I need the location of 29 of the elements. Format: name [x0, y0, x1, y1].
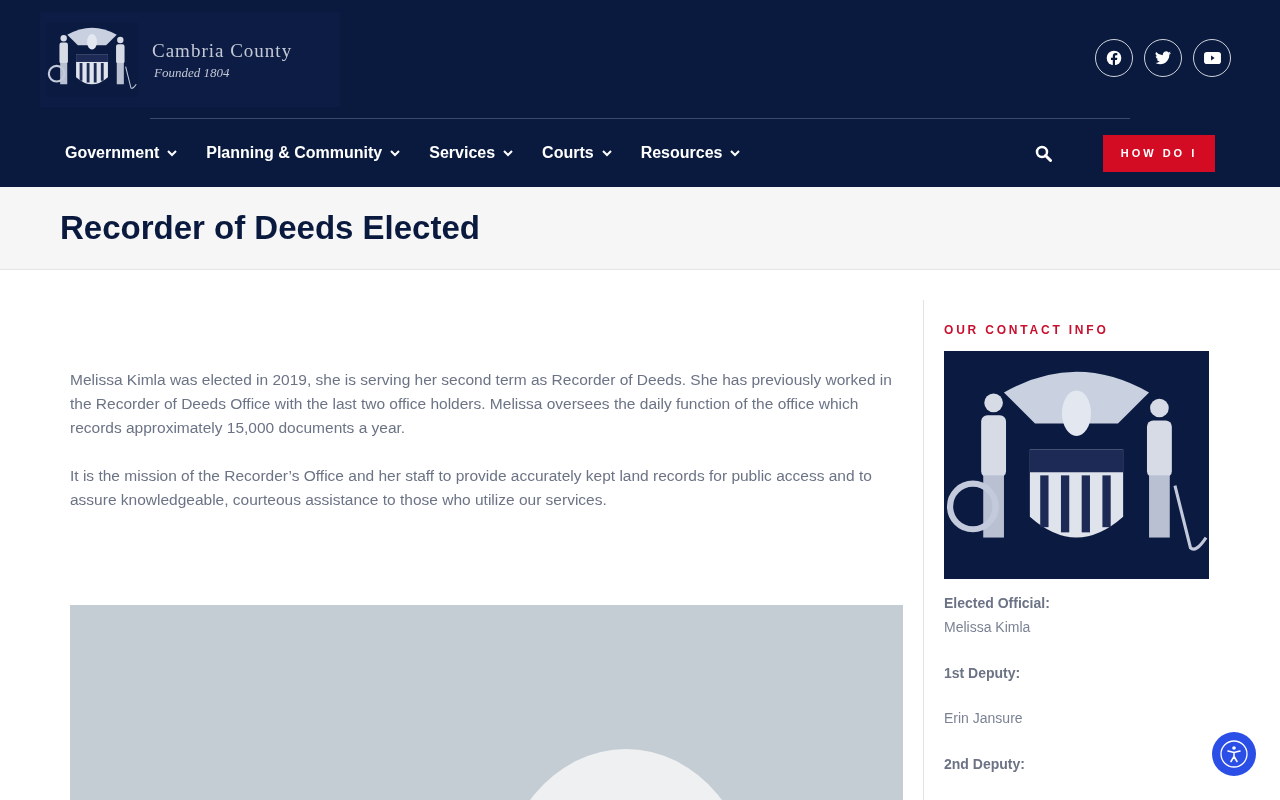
chevron-down-icon [390, 149, 401, 157]
accessibility-button[interactable] [1212, 732, 1256, 776]
body-paragraph: It is the mission of the Recorder’s Office and her staff to provide accurately kept land records for public access and to assure knowledgeable, courteous assistance to those who utilize our services. [70, 466, 873, 510]
chevron-down-icon [167, 149, 178, 157]
logo-title: Cambria County [152, 38, 293, 63]
contact-value: Erin Jansure [944, 709, 1024, 728]
chevron-down-icon [730, 149, 741, 157]
contact-label: Elected Official: [944, 594, 1051, 613]
nav-menu-item[interactable]: Courts [542, 141, 612, 165]
search-icon[interactable] [1035, 144, 1052, 162]
play-icon [1203, 52, 1221, 64]
bird-icon [1155, 51, 1171, 65]
body-paragraph: Melissa Kimla was elected in 2019, she is serving her second term as Recorder of Deeds. She has previously worked in the Recorder of Deeds Office with the last two office holders. Melissa oversees the daily function of the office which records approximately 15,000 documents a year. [70, 370, 893, 438]
nav-menu-item[interactable]: Services [429, 141, 514, 165]
nav-menu-item[interactable]: Government [65, 141, 178, 165]
county-logo[interactable]: Cambria County Founded 1804 [40, 12, 340, 107]
nav-menu-item[interactable]: Planning & Community [206, 141, 401, 165]
how-do-i-button[interactable]: HOW DO I [1103, 134, 1215, 172]
facebook-icon [1106, 50, 1122, 66]
chevron-down-icon [503, 149, 514, 157]
page-title: Recorder of Deeds Elected [60, 208, 480, 249]
nav-menu-item[interactable]: Resources [640, 141, 741, 165]
contact-label: 1st Deputy: [944, 664, 1022, 683]
contact-value: Melissa Kimla [944, 618, 1032, 637]
sidebar-heading: OUR CONTACT INFO [944, 322, 1110, 339]
accessibility-icon [1219, 739, 1249, 769]
logo-subtitle: Founded 1804 [154, 63, 231, 82]
chevron-down-icon [601, 149, 612, 157]
contact-label: 2nd Deputy: [944, 755, 1026, 774]
